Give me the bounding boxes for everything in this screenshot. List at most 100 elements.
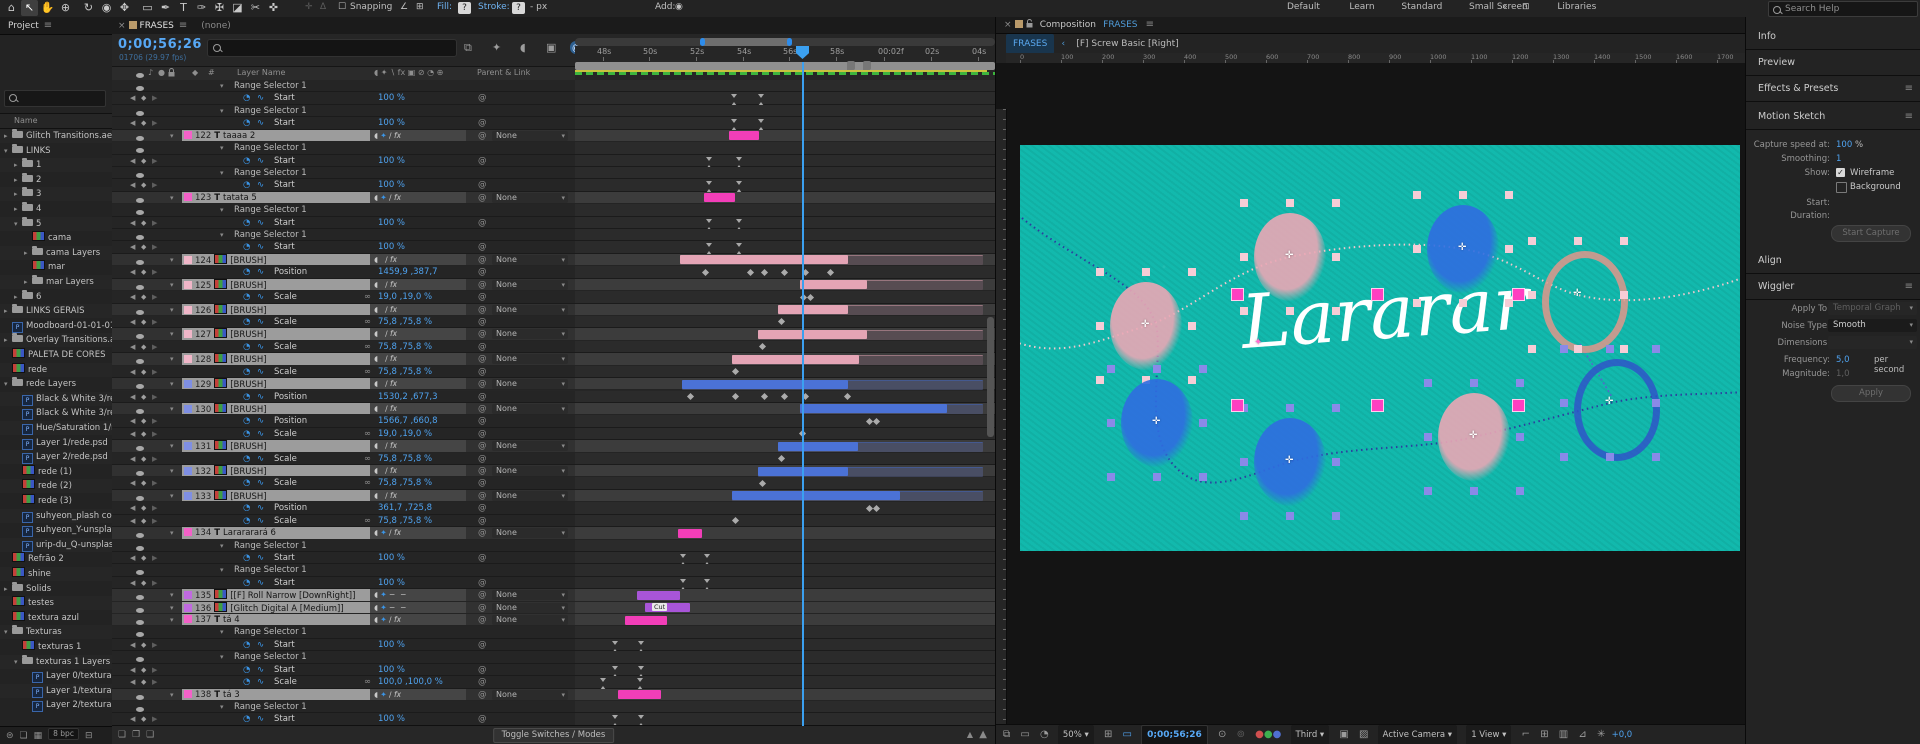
- property-name[interactable]: Position: [274, 266, 307, 277]
- project-item-texturas-1[interactable]: texturas 1: [0, 640, 112, 654]
- project-item-suhyeon-plash-cop[interactable]: Psuhyeon_plash cop: [0, 508, 112, 523]
- prev-keyframe-icon[interactable]: ◀: [130, 291, 135, 302]
- add-keyframe-icon[interactable]: ◆: [141, 117, 146, 128]
- stopwatch-icon[interactable]: ◔: [243, 552, 250, 563]
- project-item-paleta-de-cores[interactable]: PALETA DE CORES: [0, 348, 112, 362]
- property-row-start[interactable]: ◀ ◆ ▶ ◔ ∿ Start 100 % @: [112, 241, 995, 256]
- property-row-scale[interactable]: ◀ ◆ ▶ ◔ ∿ Scale ∞ 75,8 ,75,8 % @: [112, 315, 995, 329]
- property-value[interactable]: 75,8 ,75,8 %: [378, 453, 432, 464]
- property-row-position[interactable]: ◀ ◆ ▶ ◔ ∿ Position 1530,2 ,677,3 @: [112, 390, 995, 403]
- selection-handle[interactable]: [1240, 253, 1248, 261]
- expand-arrow[interactable]: ▸: [14, 173, 22, 187]
- layer-duration-bar[interactable]: [758, 329, 867, 339]
- keyframe-hold[interactable]: [612, 665, 618, 678]
- project-item-hue-saturation-1-r[interactable]: P Hue/Saturation 1/r: [0, 421, 112, 435]
- frame-blending-icon[interactable]: ▣: [546, 41, 556, 54]
- keyframe-hold[interactable]: [704, 578, 710, 591]
- project-item-cama-layers[interactable]: ▸ cama Layers: [0, 245, 112, 260]
- stopwatch-icon[interactable]: ◔: [243, 155, 250, 166]
- selection-handle[interactable]: [1424, 433, 1432, 441]
- selection-handle[interactable]: [1188, 322, 1196, 330]
- workspace-overflow-icon[interactable]: »: [1502, 2, 1508, 12]
- layer-switches[interactable]: ◖ ∕ fx: [370, 328, 466, 340]
- parent-select[interactable]: None ▾: [492, 354, 568, 365]
- layer-name-cell[interactable]: 138 Ttá 3: [182, 688, 370, 700]
- text-anchor-icon[interactable]: ✦: [1254, 337, 1262, 348]
- layer-duration-bar[interactable]: [680, 255, 848, 265]
- parent-pickwhip-icon[interactable]: @: [478, 664, 487, 675]
- transparency-grid-icon[interactable]: ▨: [1359, 729, 1368, 740]
- group-row-range-selector[interactable]: ▾ Range Selector 1: [112, 142, 995, 155]
- selection-handle[interactable]: [1574, 345, 1582, 353]
- expand-arrow[interactable]: ▾: [14, 655, 22, 669]
- selection-handle[interactable]: [1413, 299, 1421, 307]
- prev-keyframe-icon[interactable]: ◀: [130, 415, 135, 426]
- expand-arrow[interactable]: ▾: [4, 144, 12, 158]
- property-name[interactable]: Scale: [274, 316, 297, 327]
- parent-pickwhip-icon[interactable]: @: [478, 316, 487, 327]
- start-capture-button[interactable]: Start Capture: [1831, 225, 1911, 242]
- property-name[interactable]: Start: [274, 217, 295, 228]
- keyframe-hold[interactable]: [638, 665, 644, 678]
- time-navigator[interactable]: [575, 38, 995, 46]
- expand-chevron-icon[interactable]: ▾: [170, 602, 174, 613]
- label-color-chip[interactable]: [184, 255, 192, 264]
- link-dimensions-icon[interactable]: ∞: [364, 428, 371, 439]
- project-item-texturas[interactable]: ▾ Texturas: [0, 625, 112, 640]
- navigator-start-handle[interactable]: [700, 38, 705, 46]
- graph-icon[interactable]: ∿: [257, 391, 264, 402]
- expand-chevron-icon[interactable]: ▾: [170, 440, 174, 451]
- new-folder-icon[interactable]: ❏: [20, 731, 28, 741]
- parent-select[interactable]: None ▾: [492, 379, 568, 390]
- property-name[interactable]: Start: [274, 639, 295, 650]
- graph-icon[interactable]: ∿: [257, 477, 264, 488]
- property-name[interactable]: Start: [274, 664, 295, 675]
- next-keyframe-icon[interactable]: ▶: [152, 639, 157, 650]
- mini-flowchart-icon[interactable]: ⊿: [1578, 729, 1586, 740]
- panel-menu-icon[interactable]: ≡: [44, 20, 52, 31]
- composition-mini-flowchart-icon[interactable]: ⧉: [464, 41, 472, 55]
- property-value[interactable]: 1530,2 ,677,3: [378, 391, 437, 402]
- expand-chevron-icon[interactable]: ▾: [220, 701, 224, 712]
- parent-pickwhip-icon[interactable]: @: [478, 117, 487, 128]
- layer-name-column[interactable]: Layer Name: [237, 68, 285, 77]
- prev-keyframe-icon[interactable]: ◀: [130, 241, 135, 252]
- project-item-suhyeon-y-unsplas[interactable]: Psuhyeon_Y-unsplas: [0, 523, 112, 538]
- label-color-chip[interactable]: [184, 591, 192, 600]
- selection-handle[interactable]: [1470, 379, 1478, 387]
- property-name[interactable]: Scale: [274, 676, 297, 687]
- property-row-start[interactable]: ◀ ◆ ▶ ◔ ∿ Start 100 % @: [112, 216, 995, 231]
- project-item-layer-2-rede-psd[interactable]: P Layer 2/rede.psd: [0, 450, 112, 465]
- workspace-manager-icon[interactable]: ⊡: [1522, 2, 1530, 12]
- expand-chevron-icon[interactable]: ▾: [170, 490, 174, 501]
- expand-chevron-icon[interactable]: ▾: [170, 614, 174, 625]
- graph-icon[interactable]: ∿: [257, 515, 264, 526]
- project-item-layer-1-textura[interactable]: P Layer 1/textura: [0, 683, 112, 698]
- prev-keyframe-icon[interactable]: ◀: [130, 477, 135, 488]
- workspace-tab-learn[interactable]: Learn: [1349, 2, 1374, 12]
- label-color-chip[interactable]: [184, 467, 192, 476]
- parent-pickwhip-icon[interactable]: @: [478, 689, 487, 700]
- selection-handle[interactable]: [1560, 453, 1568, 461]
- rectangle-tool[interactable]: ▭: [139, 0, 156, 16]
- wireframe-checkbox[interactable]: ✓: [1836, 168, 1845, 177]
- layer-switches[interactable]: ◖ ∕ fx: [370, 378, 466, 390]
- project-item-urip-du-q-unsplash[interactable]: Purip-du_Q-unsplash: [0, 537, 112, 552]
- next-keyframe-icon[interactable]: ▶: [152, 415, 157, 426]
- selection-handle[interactable]: [1107, 365, 1115, 373]
- grid-guides-icon[interactable]: ⊞: [1104, 729, 1112, 740]
- label-color-chip[interactable]: [184, 404, 192, 413]
- workspace-tab-default[interactable]: Default: [1287, 2, 1320, 12]
- expand-chevron-icon[interactable]: ▾: [220, 626, 224, 637]
- roto-brush-tool[interactable]: ✂: [247, 0, 264, 16]
- property-row-scale[interactable]: ◀ ◆ ▶ ◔ ∿ Scale ∞ 75,8 ,75,8 % @: [112, 514, 995, 528]
- stopwatch-icon[interactable]: ◔: [243, 676, 250, 687]
- layer-row-131[interactable]: ▾ 131 [BRUSH] ◖ ∕ fx @ None ▾: [112, 440, 995, 453]
- group-row-range-selector[interactable]: ▾ Range Selector 1: [112, 626, 995, 639]
- selection-handle[interactable]: [1096, 268, 1104, 276]
- next-keyframe-icon[interactable]: ▶: [152, 316, 157, 327]
- preview-panel-header[interactable]: Preview: [1758, 57, 1795, 68]
- project-item-glitch-transitions-aep[interactable]: ▸ Glitch Transitions.aep: [0, 129, 112, 143]
- layer-row-123[interactable]: ▾ 123 Ttatata 5 ◖ ✦ ∕ fx @ None ▾: [112, 191, 995, 205]
- workspace-tab-small-screen[interactable]: Small Screen: [1469, 2, 1528, 12]
